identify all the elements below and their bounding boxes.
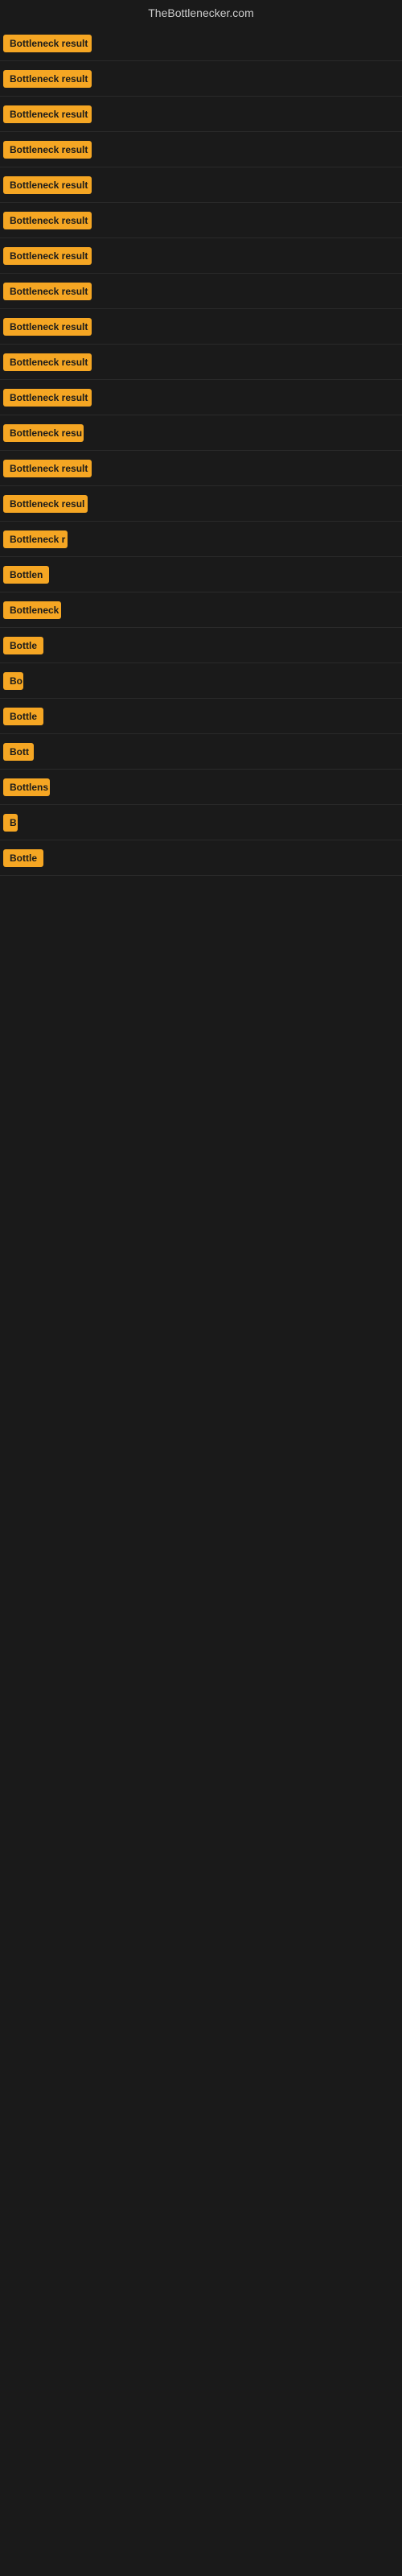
bottleneck-result-badge[interactable]: Bottlens — [3, 778, 50, 796]
list-item: Bottlen — [0, 557, 402, 592]
bottleneck-result-badge[interactable]: Bottleneck resu — [3, 424, 84, 442]
list-item: Bottle — [0, 840, 402, 876]
bottleneck-result-badge[interactable]: Bottleneck result — [3, 247, 92, 265]
list-item: Bottleneck result — [0, 451, 402, 486]
bottleneck-result-badge[interactable]: Bottle — [3, 708, 43, 725]
site-title: TheBottlenecker.com — [0, 0, 402, 26]
bottleneck-result-badge[interactable]: B — [3, 814, 18, 832]
bottleneck-result-badge[interactable]: Bottleneck result — [3, 141, 92, 159]
bottleneck-result-badge[interactable]: Bottleneck result — [3, 105, 92, 123]
list-item: Bottleneck result — [0, 274, 402, 309]
list-item: Bottle — [0, 628, 402, 663]
list-item: Bottleneck — [0, 592, 402, 628]
bottleneck-result-badge[interactable]: Bottlen — [3, 566, 49, 584]
list-item: Bott — [0, 734, 402, 770]
list-item: Bottle — [0, 699, 402, 734]
list-item: Bottlens — [0, 770, 402, 805]
list-item: Bottleneck result — [0, 380, 402, 415]
bottleneck-result-badge[interactable]: Bottleneck result — [3, 212, 92, 229]
bottleneck-result-badge[interactable]: Bott — [3, 743, 34, 761]
bottleneck-result-badge[interactable]: Bottleneck result — [3, 353, 92, 371]
bottleneck-result-badge[interactable]: Bottleneck result — [3, 389, 92, 407]
list-item: Bottleneck result — [0, 26, 402, 61]
bottleneck-result-badge[interactable]: Bottleneck resul — [3, 495, 88, 513]
list-item: Bottleneck result — [0, 309, 402, 345]
list-item: Bottleneck result — [0, 238, 402, 274]
list-item: Bottleneck result — [0, 61, 402, 97]
list-item: Bottleneck result — [0, 97, 402, 132]
list-item: Bo — [0, 663, 402, 699]
bottleneck-result-badge[interactable]: Bo — [3, 672, 23, 690]
list-item: Bottleneck r — [0, 522, 402, 557]
list-item: Bottleneck resu — [0, 415, 402, 451]
list-item: Bottleneck result — [0, 203, 402, 238]
list-item: Bottleneck resul — [0, 486, 402, 522]
list-item: Bottleneck result — [0, 167, 402, 203]
list-item: B — [0, 805, 402, 840]
bottleneck-result-badge[interactable]: Bottle — [3, 849, 43, 867]
bottleneck-result-badge[interactable]: Bottleneck result — [3, 460, 92, 477]
bottleneck-result-badge[interactable]: Bottleneck r — [3, 530, 68, 548]
bottleneck-result-badge[interactable]: Bottleneck result — [3, 70, 92, 88]
bottleneck-result-badge[interactable]: Bottleneck result — [3, 35, 92, 52]
list-item: Bottleneck result — [0, 345, 402, 380]
bottleneck-result-badge[interactable]: Bottleneck result — [3, 318, 92, 336]
bottleneck-result-badge[interactable]: Bottleneck result — [3, 176, 92, 194]
list-item: Bottleneck result — [0, 132, 402, 167]
bottleneck-result-badge[interactable]: Bottleneck — [3, 601, 61, 619]
bottleneck-result-badge[interactable]: Bottleneck result — [3, 283, 92, 300]
bottleneck-result-badge[interactable]: Bottle — [3, 637, 43, 654]
